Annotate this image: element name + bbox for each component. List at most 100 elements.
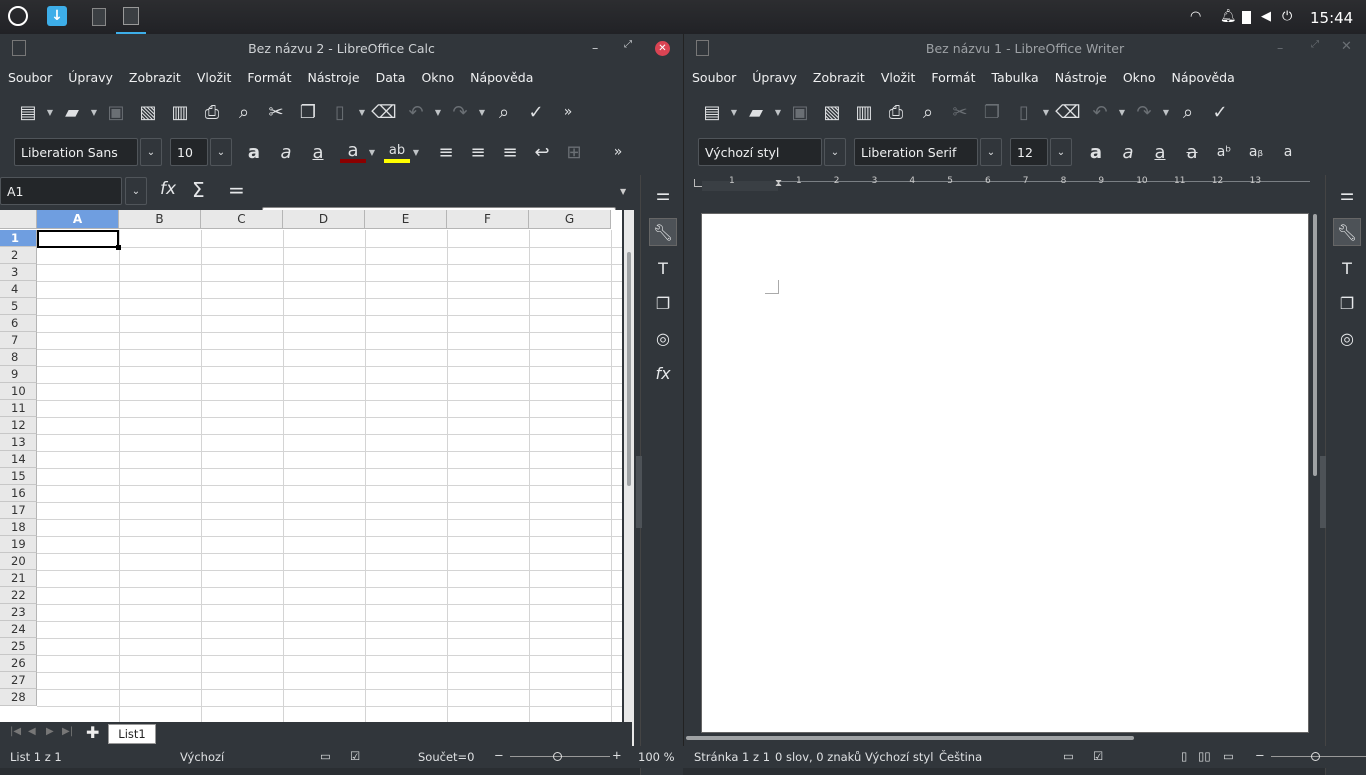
row-header-3[interactable]: 3 <box>0 264 37 281</box>
task-calc-icon[interactable] <box>116 0 146 34</box>
active-cell-cursor[interactable] <box>37 230 119 248</box>
underline-icon[interactable]: a <box>302 138 334 166</box>
add-sheet-icon[interactable]: ✚ <box>86 723 99 742</box>
writer-copy-icon[interactable]: ❐ <box>976 98 1008 126</box>
menu-upravy[interactable]: Úpravy <box>68 70 113 85</box>
writer-selection-mode-icon[interactable]: ▭ <box>1063 749 1074 763</box>
row-header-13[interactable]: 13 <box>0 434 37 451</box>
clock[interactable]: 15:44 <box>1310 9 1353 27</box>
download-icon[interactable]: ↓ <box>47 6 67 26</box>
writer-menu-tabulka[interactable]: Tabulka <box>991 70 1038 85</box>
writer-menu-upravy[interactable]: Úpravy <box>752 70 797 85</box>
row-header-6[interactable]: 6 <box>0 315 37 332</box>
align-right-icon[interactable]: ≡ <box>494 138 526 166</box>
writer-save-as-icon[interactable]: ▧ <box>816 98 848 126</box>
writer-redo-dropdown-icon[interactable]: ▼ <box>1160 108 1172 117</box>
sheet-tab-list1[interactable]: List1 <box>108 724 156 744</box>
writer-open-dropdown-icon[interactable]: ▼ <box>772 108 784 117</box>
menu-vlozit[interactable]: Vložit <box>197 70 232 85</box>
more-format-icon[interactable]: » <box>602 138 634 166</box>
background-color-icon[interactable]: ab <box>384 141 410 163</box>
merge-cells-icon[interactable]: ⊞ <box>558 138 590 166</box>
zoom-slider-thumb[interactable] <box>553 752 562 761</box>
open-icon[interactable]: ▰ <box>56 98 88 126</box>
strikethrough-icon[interactable]: a <box>1176 138 1208 166</box>
row-header-24[interactable]: 24 <box>0 621 37 638</box>
prev-sheet-icon[interactable]: ◀ <box>28 726 36 737</box>
writer-menu-soubor[interactable]: Soubor <box>692 70 736 85</box>
writer-maximize-icon[interactable]: ⤢ <box>1311 39 1319 50</box>
writer-menu-zobrazit[interactable]: Zobrazit <box>813 70 865 85</box>
sidebar-properties-icon[interactable]: 🔧︎ <box>649 218 677 246</box>
column-header-d[interactable]: D <box>283 210 365 229</box>
paste-dropdown-icon[interactable]: ▼ <box>356 108 368 117</box>
writer-sidebar-properties-icon[interactable]: 🔧︎ <box>1333 218 1361 246</box>
writer-paste-dropdown-icon[interactable]: ▼ <box>1040 108 1052 117</box>
row-header-19[interactable]: 19 <box>0 536 37 553</box>
writer-horizontal-scroll-thumb[interactable] <box>686 736 1134 740</box>
writer-paste-icon[interactable]: ▯ <box>1008 98 1040 126</box>
writer-word-count[interactable]: 0 slov, 0 znaků <box>775 750 861 764</box>
volume-muted-icon[interactable]: ◀ <box>1261 9 1271 24</box>
writer-menu-format[interactable]: Formát <box>931 70 975 85</box>
calc-titlebar[interactable]: Bez názvu 2 - LibreOffice Calc – ⤢ ✕ <box>0 34 683 62</box>
maximize-icon[interactable]: ⤢ <box>624 39 632 50</box>
writer-font-size-box[interactable]: 12 <box>1010 138 1048 166</box>
app-launcher-icon[interactable] <box>8 6 28 26</box>
column-header-f[interactable]: F <box>447 210 529 229</box>
writer-italic-icon[interactable]: a <box>1112 138 1144 166</box>
writer-language-status[interactable]: Čeština <box>939 750 982 764</box>
zoom-in-icon[interactable]: + <box>612 748 622 762</box>
undo-icon[interactable]: ↶ <box>400 98 432 126</box>
column-header-c[interactable]: C <box>201 210 283 229</box>
writer-bold-icon[interactable]: a <box>1080 138 1112 166</box>
writer-vertical-scroll-thumb[interactable] <box>1313 214 1317 476</box>
row-header-1[interactable]: 1 <box>0 230 37 247</box>
menu-data[interactable]: Data <box>376 70 406 85</box>
column-header-b[interactable]: B <box>119 210 201 229</box>
redo-dropdown-icon[interactable]: ▼ <box>476 108 488 117</box>
row-header-23[interactable]: 23 <box>0 604 37 621</box>
writer-spelling-icon[interactable]: ✓ <box>1204 98 1236 126</box>
wrap-text-icon[interactable]: ↩ <box>526 138 558 166</box>
row-header-28[interactable]: 28 <box>0 689 37 706</box>
writer-document-modified-icon[interactable]: ☑ <box>1093 749 1103 763</box>
zoom-out-icon[interactable]: − <box>494 748 504 762</box>
last-sheet-icon[interactable]: ▶| <box>62 726 73 737</box>
calc-sidebar-collapse-handle[interactable] <box>636 456 642 528</box>
writer-menu-vlozit[interactable]: Vložit <box>881 70 916 85</box>
italic-icon[interactable]: a <box>270 138 302 166</box>
find-replace-icon[interactable]: ⌕ <box>488 98 520 126</box>
row-header-5[interactable]: 5 <box>0 298 37 315</box>
font-size-box[interactable]: 10 <box>170 138 208 166</box>
open-dropdown-icon[interactable]: ▼ <box>88 108 100 117</box>
row-header-16[interactable]: 16 <box>0 485 37 502</box>
row-header-12[interactable]: 12 <box>0 417 37 434</box>
calc-vertical-scrollbar[interactable] <box>624 210 634 746</box>
writer-menu-napoveda[interactable]: Nápověda <box>1172 70 1235 85</box>
battery-icon[interactable] <box>1242 11 1251 24</box>
new-dropdown-icon[interactable]: ▼ <box>44 108 56 117</box>
column-header-e[interactable]: E <box>365 210 447 229</box>
row-header-20[interactable]: 20 <box>0 553 37 570</box>
menu-format[interactable]: Formát <box>247 70 291 85</box>
writer-font-name-box[interactable]: Liberation Serif <box>854 138 978 166</box>
column-header-a[interactable]: A <box>37 210 119 229</box>
book-view-icon[interactable]: ▭ <box>1223 749 1234 763</box>
writer-zoom-out-icon[interactable]: − <box>1255 748 1265 762</box>
writer-page-status[interactable]: Stránka 1 z 1 <box>694 750 770 764</box>
bold-icon[interactable]: a <box>238 138 270 166</box>
row-header-7[interactable]: 7 <box>0 332 37 349</box>
writer-zoom-slider-thumb[interactable] <box>1311 752 1320 761</box>
save-as-icon[interactable]: ▧ <box>132 98 164 126</box>
name-box[interactable]: A1 <box>0 177 122 205</box>
row-header-21[interactable]: 21 <box>0 570 37 587</box>
writer-new-icon[interactable]: ▤ <box>696 98 728 126</box>
writer-sidebar-collapse-handle[interactable] <box>1320 456 1326 528</box>
writer-open-icon[interactable]: ▰ <box>740 98 772 126</box>
name-box-dropdown-icon[interactable]: ⌄ <box>125 177 147 205</box>
horizontal-ruler[interactable]: ⧗ 1 1 2 3 4 5 6 7 8 9 10 11 12 13 <box>694 175 1310 193</box>
writer-horizontal-scrollbar[interactable] <box>684 734 1320 744</box>
column-header-g[interactable]: G <box>529 210 611 229</box>
menu-soubor[interactable]: Soubor <box>8 70 52 85</box>
